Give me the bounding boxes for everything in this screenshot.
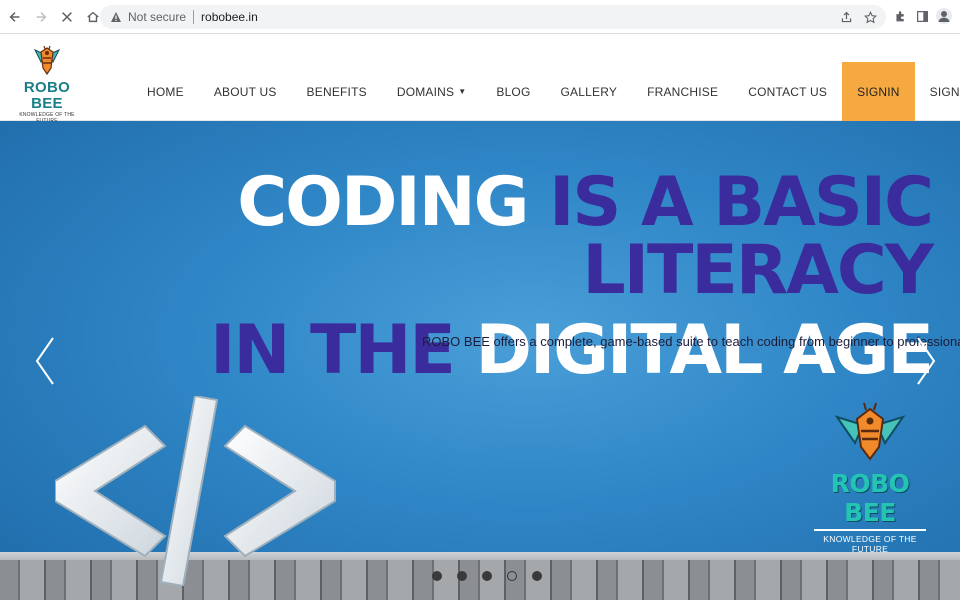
stop-loading-icon[interactable] <box>56 6 78 28</box>
menu-item-domains[interactable]: DOMAINS ▼ <box>382 62 482 121</box>
headline-word-coding: CODING <box>237 163 529 242</box>
menu-item-home[interactable]: HOME <box>132 62 199 121</box>
logo-title: ROBO BEE <box>23 79 71 112</box>
address-bar[interactable]: Not secure robobee.in <box>100 5 886 29</box>
url-text[interactable]: robobee.in <box>201 10 258 24</box>
bookmark-star-icon[interactable] <box>862 9 878 25</box>
slider-next-icon[interactable] <box>914 336 938 386</box>
code-tag-icon <box>55 396 336 586</box>
slider-dot-4[interactable] <box>507 571 517 581</box>
headline-basic-literacy: IS A BASIC LITERACY <box>549 163 934 310</box>
menu-item-about-us[interactable]: ABOUT US <box>199 62 292 121</box>
headline-digital-age: DIGITAL AGE <box>475 311 934 390</box>
divider <box>814 529 926 531</box>
slider-dot-5[interactable] <box>532 571 542 581</box>
menu-item-franchise[interactable]: FRANCHISE <box>632 62 733 121</box>
site-header: ROBO BEE KNOWLEDGE OF THE FUTURE HOME AB… <box>0 34 960 124</box>
forward-icon[interactable] <box>30 6 52 28</box>
slider-dot-1[interactable] <box>432 571 442 581</box>
hero-slider: CODING IS A BASIC LITERACY IN THE DIGITA… <box>0 121 960 600</box>
slider-prev-icon[interactable] <box>33 336 57 386</box>
extensions-icon[interactable] <box>892 8 908 24</box>
security-status[interactable]: Not secure <box>128 10 186 24</box>
divider <box>193 10 195 24</box>
slider-dot-2[interactable] <box>457 571 467 581</box>
hero-logo-tagline: KNOWLEDGE OF THE FUTURE <box>823 534 917 554</box>
back-icon[interactable] <box>4 6 26 28</box>
headline-in-the: IN THE <box>210 311 456 390</box>
chevron-down-icon: ▼ <box>458 87 467 96</box>
slider-pagination <box>432 571 542 581</box>
warning-icon[interactable] <box>110 11 122 23</box>
browser-toolbar: Not secure robobee.in <box>0 0 960 34</box>
menu-item-blog[interactable]: BLOG <box>481 62 545 121</box>
menu-item-domains-label: DOMAINS <box>396 84 455 99</box>
bee-logo-icon <box>33 45 61 76</box>
main-menu: HOME ABOUT US BENEFITS DOMAINS ▼ BLOG GA… <box>132 62 960 121</box>
menu-item-signup[interactable]: SIGNUP <box>915 62 960 121</box>
slider-dot-3[interactable] <box>482 571 492 581</box>
hero-logo-title: ROBO BEE <box>830 469 910 527</box>
menu-item-contact-us[interactable]: CONTACT US <box>733 62 842 121</box>
site-logo[interactable]: ROBO BEE KNOWLEDGE OF THE FUTURE <box>8 40 86 124</box>
menu-item-signin[interactable]: SIGNIN <box>842 62 915 121</box>
hero-subtitle: ROBO BEE offers a complete, game-based s… <box>422 334 960 349</box>
share-icon[interactable] <box>838 9 854 25</box>
hero-headline: CODING IS A BASIC LITERACY IN THE DIGITA… <box>0 169 934 385</box>
side-panel-icon[interactable] <box>914 8 930 24</box>
bee-logo-icon <box>834 402 906 461</box>
profile-icon[interactable] <box>936 8 952 24</box>
menu-item-benefits[interactable]: BENEFITS <box>292 62 382 121</box>
menu-item-gallery[interactable]: GALLERY <box>546 62 633 121</box>
hero-logo: ROBO BEE KNOWLEDGE OF THE FUTURE <box>810 399 930 554</box>
